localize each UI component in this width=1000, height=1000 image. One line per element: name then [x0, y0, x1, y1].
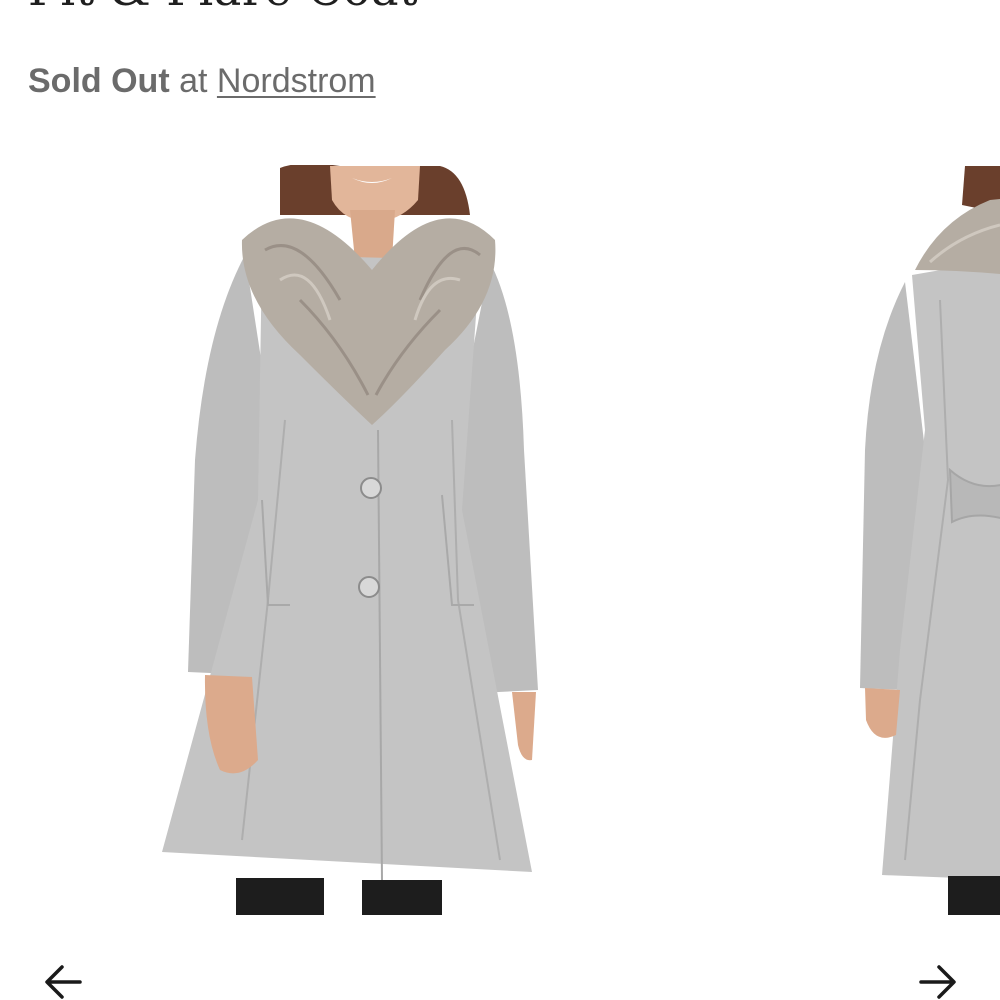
product-image-side[interactable]	[855, 165, 1000, 915]
arrow-left-icon[interactable]	[42, 960, 86, 1000]
availability-at: at	[179, 62, 208, 100]
product-title: Fit & Flare Coat	[28, 0, 418, 16]
retailer-link[interactable]: Nordstrom	[217, 62, 376, 100]
arrow-right-icon[interactable]	[915, 960, 959, 1000]
product-page: Fit & Flare Coat Sold Out at Nordstrom	[0, 0, 1000, 1000]
availability-line: Sold Out at Nordstrom	[28, 62, 376, 101]
product-image-front[interactable]	[155, 165, 545, 915]
availability-status: Sold Out	[28, 62, 170, 100]
image-carousel[interactable]	[0, 165, 1000, 915]
